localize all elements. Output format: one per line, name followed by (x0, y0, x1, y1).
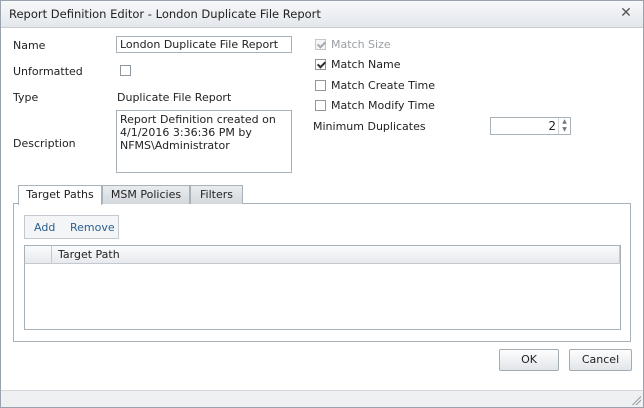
match-create-time-checkbox[interactable] (315, 80, 326, 91)
status-bar (1, 390, 643, 407)
minimum-duplicates-spinner[interactable]: 2 ▲ ▼ (490, 117, 571, 135)
description-label: Description (13, 137, 76, 150)
match-create-time-label: Match Create Time (331, 79, 436, 92)
description-textarea[interactable]: Report Definition created on 4/1/2016 3:… (116, 110, 292, 173)
minimum-duplicates-label: Minimum Duplicates (313, 120, 426, 133)
remove-button[interactable]: Remove (70, 221, 115, 234)
ok-button[interactable]: OK (499, 349, 559, 371)
unformatted-label: Unformatted (13, 65, 83, 78)
match-modify-time-label: Match Modify Time (331, 99, 435, 112)
name-label: Name (13, 39, 46, 52)
match-modify-time-checkbox[interactable] (315, 100, 326, 111)
tab-msm-policies[interactable]: MSM Policies (102, 185, 190, 204)
minimum-duplicates-value[interactable]: 2 (548, 119, 556, 133)
spinner-arrows: ▲ ▼ (558, 118, 570, 134)
grid-select-column[interactable] (25, 246, 52, 263)
tab-filters[interactable]: Filters (190, 185, 243, 204)
add-button[interactable]: Add (34, 221, 55, 234)
cancel-button[interactable]: Cancel (569, 349, 632, 371)
title-bar[interactable]: Report Definition Editor - London Duplic… (1, 1, 643, 28)
match-name-checkbox[interactable] (315, 59, 326, 70)
unformatted-checkbox[interactable] (120, 65, 131, 76)
dialog-title: Report Definition Editor - London Duplic… (9, 7, 321, 21)
grid-column-target-path[interactable]: Target Path (58, 248, 120, 261)
grid-header: Target Path (25, 246, 620, 264)
match-size-label: Match Size (331, 38, 391, 51)
match-size-checkbox[interactable] (315, 39, 326, 50)
name-input[interactable] (116, 36, 292, 53)
grid-header-divider (619, 246, 620, 263)
spin-up-icon[interactable]: ▲ (559, 118, 570, 126)
target-paths-grid[interactable]: Target Path (24, 245, 621, 330)
close-icon[interactable]: ✕ (617, 4, 635, 22)
match-name-label: Match Name (331, 58, 401, 71)
target-paths-toolbar: Add Remove (24, 215, 119, 239)
spin-down-icon[interactable]: ▼ (559, 126, 570, 134)
resize-grip-icon[interactable] (631, 395, 641, 405)
tab-target-paths[interactable]: Target Paths (18, 185, 102, 205)
report-definition-editor-dialog: Report Definition Editor - London Duplic… (0, 0, 644, 408)
type-label: Type (13, 91, 39, 104)
type-value: Duplicate File Report (117, 91, 232, 104)
